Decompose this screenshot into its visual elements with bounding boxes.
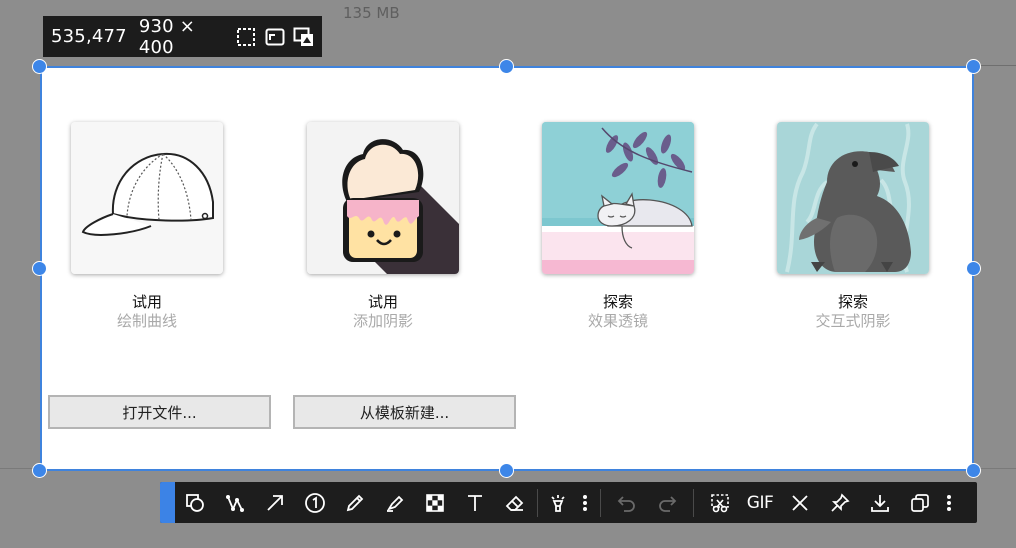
number-marker-icon[interactable] — [295, 482, 335, 523]
more-tools-icon[interactable] — [576, 482, 594, 523]
background-file-size: 135 MB — [343, 4, 400, 22]
sleeping-cat-thumbnail[interactable] — [542, 122, 694, 274]
close-icon[interactable] — [780, 482, 820, 523]
cupcake-thumbnail[interactable] — [307, 122, 459, 274]
card-title: 探索 — [602, 293, 633, 311]
capture-info-bar: 535,477 930 × 400 — [43, 15, 322, 58]
resize-handle-bottom-right[interactable] — [966, 463, 981, 478]
copy-icon[interactable] — [900, 482, 940, 523]
resize-handle-right[interactable] — [966, 261, 981, 276]
text-icon[interactable] — [455, 482, 495, 523]
curve-icon[interactable] — [215, 482, 255, 523]
arrow-icon[interactable] — [255, 482, 295, 523]
open-file-button[interactable]: 打开文件... — [48, 395, 271, 429]
new-from-template-button[interactable]: 从模板新建... — [293, 395, 516, 429]
toolbar-divider — [693, 488, 694, 517]
card-add-shadow[interactable]: 试用 添加阴影 — [288, 122, 478, 331]
raven-thumbnail[interactable] — [777, 122, 929, 274]
screen-select-icon[interactable] — [293, 26, 315, 48]
card-title: 试用 — [131, 293, 162, 311]
more-options-icon[interactable] — [940, 482, 958, 523]
capture-selection[interactable]: 试用 绘制曲线 试用 添加阴影 探索 效果透镜 探索 交互式阴影 打开文件...… — [40, 66, 974, 471]
pin-icon[interactable] — [820, 482, 860, 523]
resize-handle-bottom[interactable] — [499, 463, 514, 478]
undo-icon[interactable] — [607, 482, 647, 523]
download-icon[interactable] — [860, 482, 900, 523]
resize-handle-top-left[interactable] — [32, 59, 47, 74]
mosaic-icon[interactable] — [415, 482, 455, 523]
window-select-icon[interactable] — [264, 26, 286, 48]
shape-icon[interactable] — [175, 482, 215, 523]
cut-icon[interactable] — [700, 482, 740, 523]
card-draw-curves[interactable]: 试用 绘制曲线 — [52, 122, 242, 331]
card-interactive-shadow[interactable]: 探索 交互式阴影 — [758, 122, 948, 331]
resize-handle-left[interactable] — [32, 261, 47, 276]
redo-icon[interactable] — [647, 482, 687, 523]
capture-toolbar: GIF — [160, 482, 977, 523]
card-subtitle: 绘制曲线 — [116, 312, 177, 330]
card-subtitle: 交互式阴影 — [815, 312, 891, 330]
card-title: 探索 — [837, 293, 868, 311]
toolbar-divider — [600, 488, 601, 517]
resize-handle-bottom-left[interactable] — [32, 463, 47, 478]
cursor-coordinates: 535,477 — [51, 26, 127, 47]
resize-handle-top[interactable] — [499, 59, 514, 74]
region-select-icon[interactable] — [235, 26, 257, 48]
gif-icon[interactable]: GIF — [740, 482, 780, 523]
eraser-icon[interactable] — [495, 482, 535, 523]
gif-label: GIF — [746, 492, 774, 513]
spotlight-icon[interactable] — [540, 482, 576, 523]
card-effect-lens[interactable]: 探索 效果透镜 — [523, 122, 713, 331]
card-title: 试用 — [367, 293, 398, 311]
toolbar-divider — [537, 488, 538, 517]
baseball-cap-thumbnail[interactable] — [71, 122, 223, 274]
toolbar-drag-handle[interactable] — [160, 482, 175, 523]
selection-size: 930 × 400 — [138, 15, 196, 58]
pencil-icon[interactable] — [335, 482, 375, 523]
resize-handle-top-right[interactable] — [966, 59, 981, 74]
card-subtitle: 添加阴影 — [352, 312, 413, 330]
card-subtitle: 效果透镜 — [587, 312, 648, 330]
highlighter-icon[interactable] — [375, 482, 415, 523]
